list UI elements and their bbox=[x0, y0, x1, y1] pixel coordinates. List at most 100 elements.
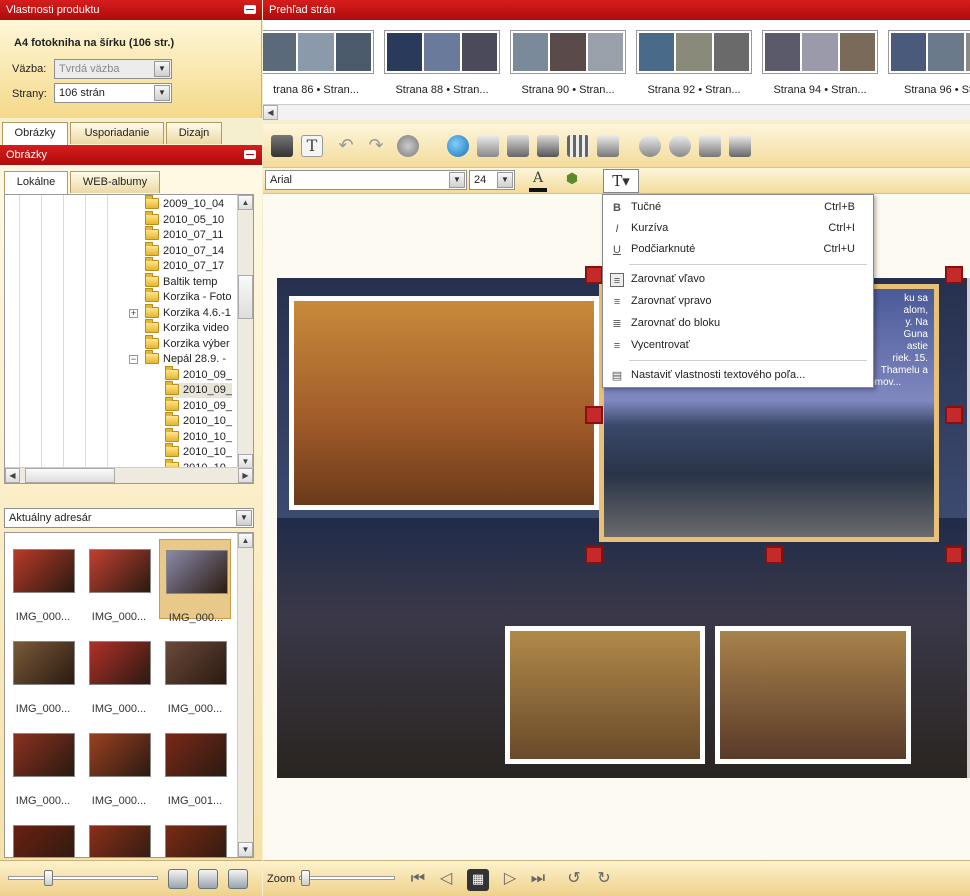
page-spread-thumbnail[interactable] bbox=[384, 30, 500, 74]
tab-design[interactable]: Dizajn bbox=[166, 122, 222, 144]
menu-item-align-right[interactable]: ≡ Zarovnať vpravo bbox=[605, 291, 871, 312]
font-family-select[interactable]: Arial ▼ bbox=[265, 170, 467, 190]
page-spread-thumbnail[interactable] bbox=[762, 30, 878, 74]
tree-folder-item[interactable]: 2010_09_ bbox=[165, 381, 232, 398]
resize-handle[interactable] bbox=[585, 266, 603, 284]
tree-vscroll[interactable]: ▲ ▼ bbox=[237, 195, 253, 469]
effects-icon[interactable] bbox=[397, 135, 419, 157]
frame-icon[interactable] bbox=[537, 135, 559, 157]
collapse-icon[interactable]: − bbox=[129, 355, 138, 364]
image-thumbnail[interactable]: IMG_000... bbox=[159, 631, 231, 715]
menu-item-textbox-properties[interactable]: ▤ Nastaviť vlastnosti textového poľa... bbox=[605, 365, 871, 386]
tree-folder-item[interactable]: Baltik temp bbox=[145, 272, 217, 290]
tree-folder-item[interactable]: Korzika 4.6.-1 bbox=[145, 303, 231, 321]
menu-item-italic[interactable]: I Kurzíva Ctrl+I bbox=[605, 218, 871, 239]
layers-icon[interactable] bbox=[597, 135, 619, 157]
image-thumbnail[interactable]: IMG_000... bbox=[83, 631, 155, 715]
add-text-icon[interactable]: T bbox=[301, 135, 323, 157]
menu-item-justify[interactable]: ≣ Zarovnať do bloku bbox=[605, 313, 871, 334]
export-icon[interactable] bbox=[729, 135, 751, 157]
folder-tree[interactable]: 2009_10_04 2010_05_10 2010_07_11 2010_07_14… bbox=[4, 194, 254, 484]
tree-folder-item[interactable]: 2009_10_04 bbox=[145, 195, 224, 212]
resize-handle[interactable] bbox=[945, 406, 963, 424]
highlight-icon[interactable]: ⬢ bbox=[563, 170, 581, 192]
link-icon[interactable] bbox=[639, 135, 661, 157]
image-thumbnail[interactable]: IMG_000... bbox=[7, 631, 79, 715]
binding-select[interactable]: Tvrdá väzba ▼ bbox=[54, 59, 172, 79]
folder-open-icon[interactable] bbox=[198, 869, 218, 889]
tab-web-albums[interactable]: WEB-albumy bbox=[70, 171, 160, 193]
location-select[interactable]: Aktuálny adresár ▼ bbox=[4, 508, 254, 528]
resize-handle[interactable] bbox=[585, 546, 603, 564]
tree-folder-item[interactable]: 2010_09_ bbox=[165, 396, 232, 414]
thumbs-vscroll[interactable]: ▲ ▼ bbox=[237, 533, 253, 857]
image-thumbnail[interactable]: IMG_001... bbox=[159, 723, 231, 807]
page-spread-thumbnail[interactable] bbox=[263, 30, 374, 74]
magic-wand-icon[interactable] bbox=[228, 869, 248, 889]
page-view-icon[interactable]: ▦ bbox=[467, 869, 489, 891]
menu-item-underline[interactable]: U Podčiarknuté Ctrl+U bbox=[605, 239, 871, 260]
tree-hscroll[interactable]: ◀ ▶ bbox=[5, 467, 253, 483]
expand-icon[interactable]: + bbox=[129, 308, 138, 318]
unlink-icon[interactable] bbox=[669, 135, 691, 157]
image-thumbnail[interactable]: IMG_000... bbox=[83, 723, 155, 807]
image-thumbnail[interactable]: IMG_000... bbox=[7, 723, 79, 807]
last-page-icon[interactable]: ⏭ bbox=[527, 869, 549, 891]
tree-folder-item[interactable]: Nepál 28.9. - bbox=[145, 350, 226, 367]
scroll-down-icon[interactable]: ▼ bbox=[238, 842, 253, 857]
tab-arrangement[interactable]: Usporiadanie bbox=[70, 122, 164, 144]
tree-folder-item[interactable]: 2010_05_10 bbox=[145, 210, 224, 228]
image-thumbnail[interactable]: IMG_000... bbox=[83, 539, 155, 623]
scroll-left-icon[interactable]: ◀ bbox=[5, 468, 20, 483]
scroll-right-icon[interactable]: ▶ bbox=[238, 468, 253, 483]
page-spread-thumbnail[interactable] bbox=[510, 30, 626, 74]
layout-icon[interactable] bbox=[507, 135, 529, 157]
print-icon[interactable] bbox=[699, 135, 721, 157]
rotate-right-icon[interactable]: ↻ bbox=[593, 869, 615, 891]
tab-images[interactable]: Obrázky bbox=[2, 122, 68, 145]
grid-icon[interactable] bbox=[567, 135, 589, 157]
pages-select[interactable]: 106 strán ▼ bbox=[54, 83, 172, 103]
menu-item-align-left[interactable]: ≡ Zarovnať vľavo bbox=[605, 269, 871, 290]
image-thumbnail[interactable] bbox=[7, 815, 79, 857]
text-color-icon[interactable]: A bbox=[529, 170, 547, 192]
font-size-select[interactable]: 24 ▼ bbox=[469, 170, 515, 190]
tree-folder-item[interactable]: 2010_10_ bbox=[165, 412, 232, 429]
tree-folder-item[interactable]: Korzika výber bbox=[145, 334, 230, 352]
overview-hscroll[interactable]: ◀ bbox=[263, 104, 970, 120]
resize-handle[interactable] bbox=[765, 546, 783, 564]
image-thumbnail[interactable]: IMG_000... bbox=[7, 539, 79, 623]
slider-handle[interactable] bbox=[44, 870, 53, 886]
image-thumbnail[interactable] bbox=[83, 815, 155, 857]
menu-item-bold[interactable]: B Tučné Ctrl+B bbox=[605, 197, 871, 218]
scroll-thumb[interactable] bbox=[25, 468, 115, 483]
tree-folder-item[interactable]: 2010_07_17 bbox=[145, 257, 224, 274]
copy-icon[interactable] bbox=[168, 869, 188, 889]
tree-folder-item[interactable]: 2010_09_ bbox=[165, 365, 232, 383]
globe-icon[interactable] bbox=[447, 135, 469, 157]
tree-folder-item[interactable]: 2010_07_11 bbox=[145, 226, 223, 243]
next-page-icon[interactable]: ▷ bbox=[499, 869, 521, 891]
prev-page-icon[interactable]: ◁ bbox=[435, 869, 457, 891]
page-spread-thumbnail[interactable] bbox=[636, 30, 752, 74]
image-thumbnail[interactable]: IMG_000... bbox=[159, 539, 231, 624]
rotate-left-icon[interactable]: ↺ bbox=[563, 869, 585, 891]
menu-item-center[interactable]: ≡ Vycentrovať bbox=[605, 335, 871, 356]
resize-handle[interactable] bbox=[585, 406, 603, 424]
minimize-icon[interactable] bbox=[244, 5, 256, 14]
zoom-slider[interactable] bbox=[299, 876, 395, 880]
tree-folder-item[interactable]: Korzika video bbox=[145, 319, 229, 336]
room-photo[interactable] bbox=[289, 296, 599, 510]
first-page-icon[interactable]: ⏮ bbox=[407, 869, 429, 891]
tree-folder-item[interactable]: 2010_10_ bbox=[165, 427, 232, 445]
minimize-icon[interactable] bbox=[244, 150, 256, 159]
text-format-icon[interactable]: T▾ bbox=[603, 169, 639, 193]
group-photo-1[interactable] bbox=[505, 626, 705, 764]
tree-folder-item[interactable]: 2010_10_ bbox=[165, 443, 232, 460]
resize-handle[interactable] bbox=[945, 546, 963, 564]
image-thumbnail[interactable] bbox=[159, 815, 231, 857]
zoom-slider-handle[interactable] bbox=[301, 870, 310, 886]
scroll-left-icon[interactable]: ◀ bbox=[263, 105, 278, 120]
scroll-up-icon[interactable]: ▲ bbox=[238, 195, 253, 210]
redo-icon[interactable]: ↷ bbox=[365, 135, 387, 157]
